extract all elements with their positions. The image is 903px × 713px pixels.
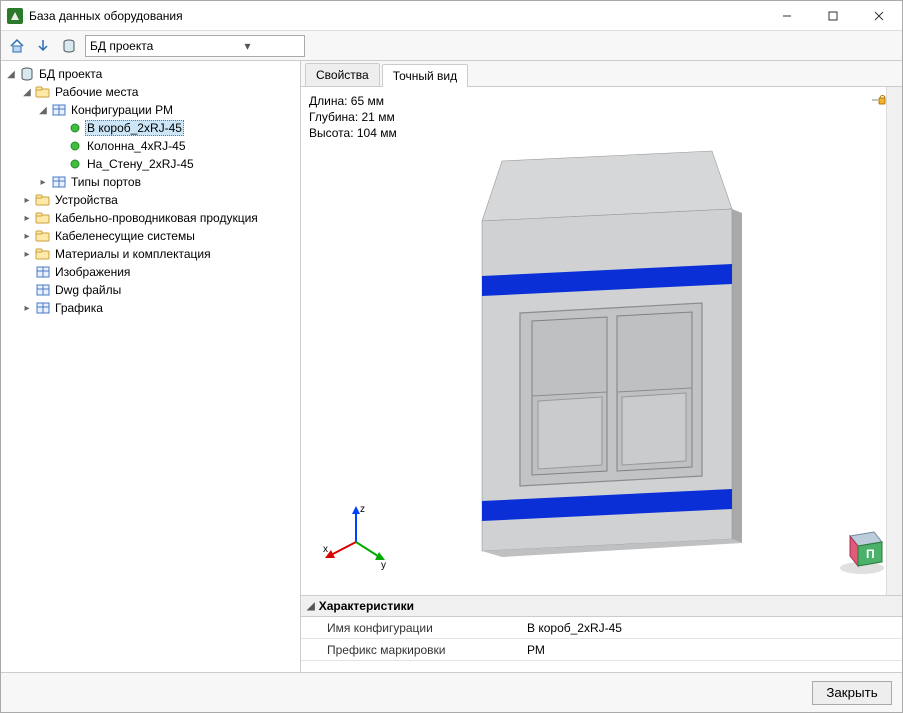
- view3d[interactable]: Длина: 65 мм Глубина: 21 мм Высота: 104 …: [301, 87, 902, 596]
- axis-x-label: x: [323, 544, 328, 555]
- collapse-icon[interactable]: ◢: [21, 86, 33, 98]
- tree-label: Рабочие места: [53, 85, 140, 99]
- tree-item-selected[interactable]: В короб_2xRJ-45: [49, 119, 300, 137]
- tree-graphics[interactable]: ▸ Графика: [17, 299, 300, 317]
- tree-label: Материалы и комплектация: [53, 247, 213, 261]
- database-select[interactable]: БД проекта ▾: [85, 35, 305, 57]
- viewcube-face-label: П: [866, 547, 875, 561]
- tree-label: В короб_2xRJ-45: [85, 120, 184, 136]
- dot-green-icon: [67, 120, 83, 136]
- property-row[interactable]: Префикс маркировки РМ: [301, 639, 902, 661]
- tree-label: Кабельно-проводниковая продукция: [53, 211, 260, 225]
- table-icon: [35, 264, 51, 280]
- property-value[interactable]: РМ: [521, 643, 902, 657]
- tree-label: Конфигурации РМ: [69, 103, 175, 117]
- folder-icon: [35, 228, 51, 244]
- database-icon[interactable]: [59, 36, 79, 56]
- table-icon: [51, 102, 67, 118]
- tree-cable-systems[interactable]: ▸ Кабеленесущие системы: [17, 227, 300, 245]
- expand-icon[interactable]: ▸: [37, 176, 49, 188]
- database-icon: [19, 66, 35, 82]
- expand-icon[interactable]: ▸: [21, 212, 33, 224]
- dimensions-readout: Длина: 65 мм Глубина: 21 мм Высота: 104 …: [309, 93, 397, 141]
- tree-label: Колонна_4xRJ-45: [85, 139, 188, 153]
- tree-label: Устройства: [53, 193, 120, 207]
- tab-properties[interactable]: Свойства: [305, 63, 380, 86]
- dot-green-icon: [67, 138, 83, 154]
- tree-label: Изображения: [53, 265, 132, 279]
- viewcube[interactable]: П: [834, 520, 890, 579]
- collapse-icon[interactable]: ◢: [307, 601, 315, 612]
- close-button[interactable]: [856, 1, 902, 31]
- folder-open-icon: [35, 84, 51, 100]
- tree-images[interactable]: Изображения: [17, 263, 300, 281]
- close-dialog-button[interactable]: Закрыть: [812, 681, 892, 705]
- tree-config-rm[interactable]: ◢ Конфигурации РМ: [33, 101, 300, 119]
- axis-gizmo: z x y: [321, 502, 391, 575]
- folder-icon: [35, 210, 51, 226]
- properties-header-label: Характеристики: [319, 599, 414, 613]
- property-key: Имя конфигурации: [301, 621, 521, 635]
- property-row[interactable]: Имя конфигурации В короб_2xRJ-45: [301, 617, 902, 639]
- tree-cables[interactable]: ▸ Кабельно-проводниковая продукция: [17, 209, 300, 227]
- tree-materials[interactable]: ▸ Материалы и комплектация: [17, 245, 300, 263]
- table-icon: [35, 300, 51, 316]
- tree-port-types[interactable]: ▸ Типы портов: [33, 173, 300, 191]
- model-3d: [442, 121, 762, 561]
- expand-icon[interactable]: ▸: [21, 194, 33, 206]
- tree-root[interactable]: ◢ БД проекта: [1, 65, 300, 83]
- tree-workplaces[interactable]: ◢ Рабочие места: [17, 83, 300, 101]
- folder-icon: [35, 192, 51, 208]
- window-title: База данных оборудования: [29, 9, 764, 23]
- dim-depth: Глубина: 21 мм: [309, 109, 397, 125]
- expand-icon[interactable]: ▸: [21, 230, 33, 242]
- tree-pane[interactable]: ◢ БД проекта ◢ Рабочие места: [1, 61, 301, 672]
- maximize-button[interactable]: [810, 1, 856, 31]
- chevron-down-icon: ▾: [195, 39, 300, 53]
- minimize-button[interactable]: [764, 1, 810, 31]
- tree-label: На_Стену_2xRJ-45: [85, 157, 196, 171]
- close-button-label: Закрыть: [826, 685, 877, 700]
- expand-icon[interactable]: ▸: [21, 248, 33, 260]
- collapse-icon[interactable]: ◢: [5, 68, 17, 80]
- tab-label: Точный вид: [393, 69, 457, 83]
- tree-label: БД проекта: [37, 67, 104, 81]
- properties-header[interactable]: ◢ Характеристики: [301, 596, 902, 617]
- table-icon: [35, 282, 51, 298]
- tree-label: Типы портов: [69, 175, 143, 189]
- down-arrow-icon[interactable]: [33, 36, 53, 56]
- dot-green-icon: [67, 156, 83, 172]
- tree-label: Графика: [53, 301, 105, 315]
- app-icon: [7, 8, 23, 24]
- property-value[interactable]: В короб_2xRJ-45: [521, 621, 902, 635]
- table-icon: [51, 174, 67, 190]
- database-select-label: БД проекта: [90, 39, 195, 53]
- tree-devices[interactable]: ▸ Устройства: [17, 191, 300, 209]
- collapse-icon[interactable]: ◢: [37, 104, 49, 116]
- property-key: Префикс маркировки: [301, 643, 521, 657]
- tree-item[interactable]: На_Стену_2xRJ-45: [49, 155, 300, 173]
- tree-dwg[interactable]: Dwg файлы: [17, 281, 300, 299]
- home-icon[interactable]: [7, 36, 27, 56]
- tree-item[interactable]: Колонна_4xRJ-45: [49, 137, 300, 155]
- tree-label: Dwg файлы: [53, 283, 123, 297]
- tree-label: Кабеленесущие системы: [53, 229, 197, 243]
- axis-z-label: z: [360, 504, 365, 515]
- axis-y-label: y: [381, 560, 386, 571]
- dim-length: Длина: 65 мм: [309, 93, 397, 109]
- tab-label: Свойства: [316, 68, 369, 82]
- properties-panel: ◢ Характеристики Имя конфигурации В коро…: [301, 596, 902, 672]
- tab-exact-view[interactable]: Точный вид: [382, 64, 468, 87]
- scrollbar-vertical[interactable]: [886, 87, 902, 595]
- folder-icon: [35, 246, 51, 262]
- dim-height: Высота: 104 мм: [309, 125, 397, 141]
- expand-icon[interactable]: ▸: [21, 302, 33, 314]
